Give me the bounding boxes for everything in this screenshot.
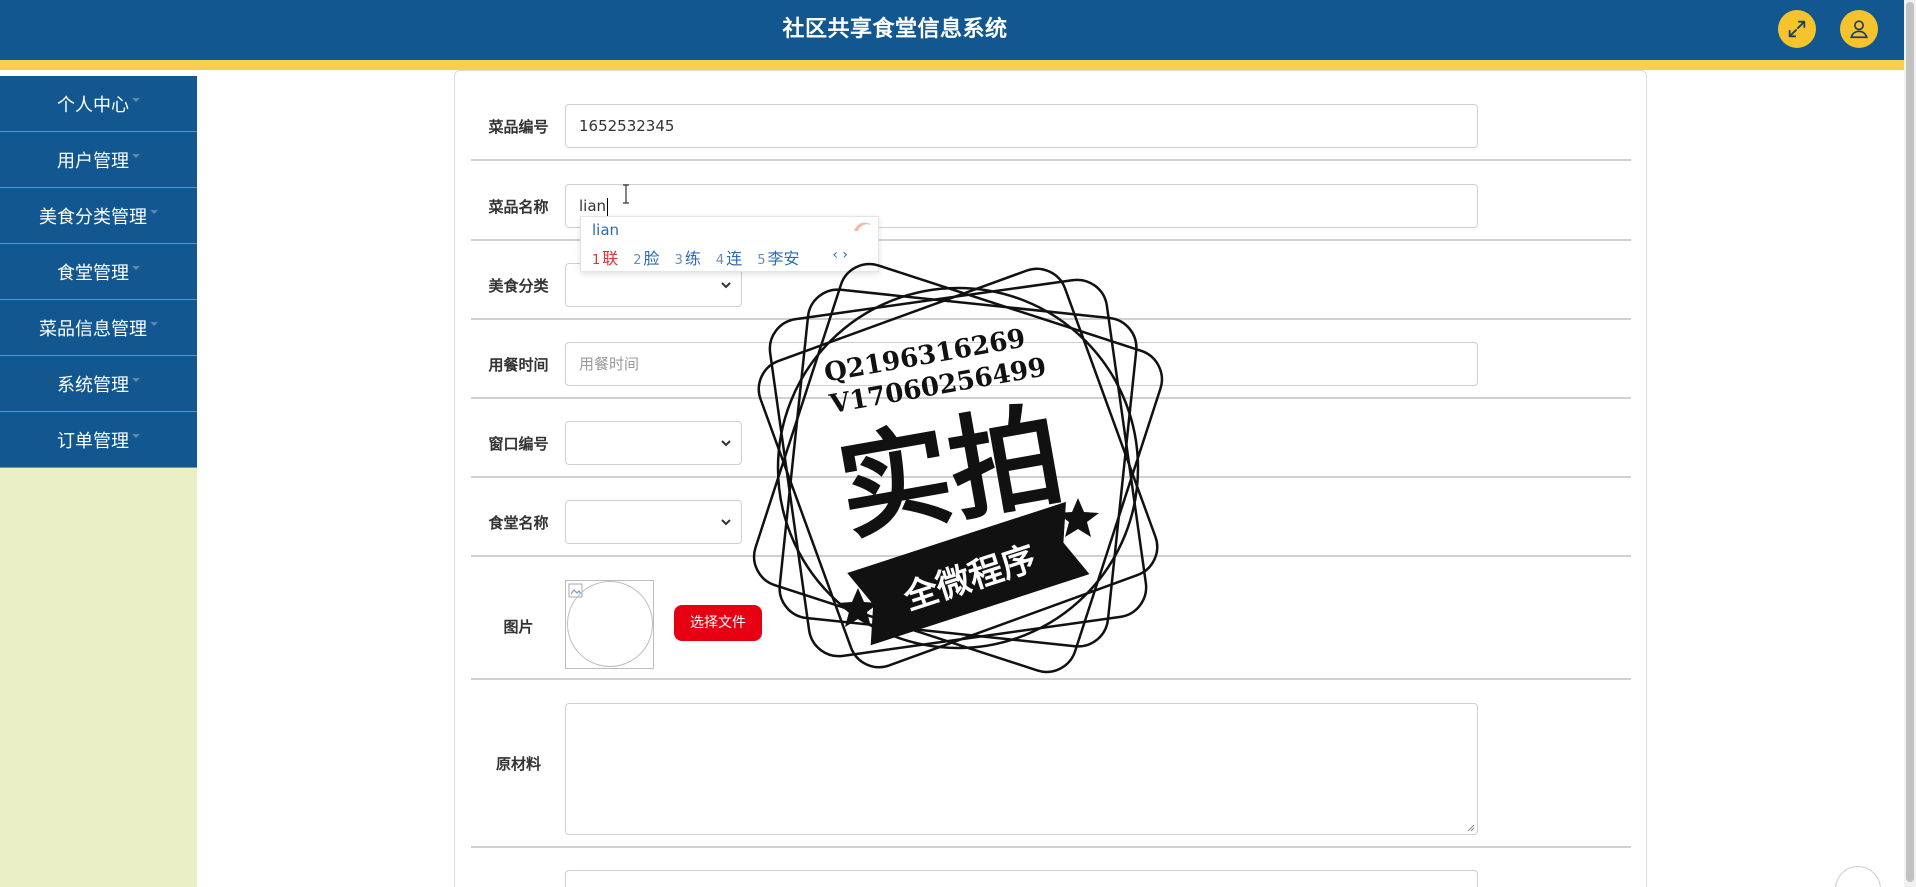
back-to-top-button[interactable] (1835, 866, 1881, 887)
ime-composition-text: lian (592, 221, 620, 239)
ingredients-textarea[interactable] (565, 703, 1478, 835)
dish-no-label: 菜品编号 (488, 118, 549, 136)
sidebar-item-system-management[interactable]: 系统管理 (0, 356, 197, 412)
form-row-canteen-name: 食堂名称 (471, 478, 1631, 557)
resize-grip-icon[interactable] (1465, 822, 1475, 832)
user-menu-button[interactable] (1840, 10, 1878, 48)
vertical-scrollbar[interactable] (1904, 0, 1916, 887)
scrollbar-thumb[interactable] (1906, 2, 1914, 882)
ime-logo-icon (854, 222, 872, 231)
text-cursor-icon (623, 184, 629, 204)
ime-candidate-list: 1 联 2 脸 3 练 4 连 5 李安 (592, 245, 814, 269)
caret-down-icon (132, 377, 140, 382)
caret-down-icon (132, 97, 140, 102)
image-preview (565, 580, 654, 669)
sidebar-item-label: 用户管理 (57, 150, 129, 172)
ime-candidate[interactable]: 1联 (592, 249, 618, 268)
chevron-down-icon (721, 282, 731, 289)
sidebar-item-label: 个人中心 (57, 94, 129, 116)
ime-candidate[interactable]: 3练 (675, 249, 701, 268)
form-row-ingredients: 原材料 (471, 680, 1631, 848)
sidebar-item-personal-center[interactable]: 个人中心 (0, 76, 197, 132)
fullscreen-button[interactable] (1778, 10, 1816, 48)
caret-down-icon (132, 265, 140, 270)
category-label: 美食分类 (488, 277, 549, 295)
canteen-name-label: 食堂名称 (488, 514, 549, 532)
window-no-label: 窗口编号 (488, 435, 549, 453)
caret-down-icon (132, 153, 140, 158)
text-caret (607, 197, 609, 216)
sidebar-item-label: 菜品信息管理 (39, 318, 147, 340)
sidebar-item-canteen-management[interactable]: 食堂管理 (0, 244, 197, 300)
ingredients-label: 原材料 (495, 755, 541, 773)
form-row-window-no: 窗口编号 (471, 399, 1631, 478)
meal-time-input[interactable]: 用餐时间 (565, 342, 1478, 386)
caret-down-icon (150, 209, 158, 214)
app-title: 社区共享食堂信息系统 (782, 17, 1008, 42)
header-accent-stripe (0, 60, 1904, 70)
sidebar-item-label: 食堂管理 (57, 262, 129, 284)
ime-candidate[interactable]: 5 李安 (757, 249, 799, 268)
chevron-down-icon (721, 440, 731, 447)
caret-down-icon (132, 433, 140, 438)
choose-file-button[interactable]: 选择文件 (674, 605, 762, 641)
form-row-next (471, 848, 1631, 887)
image-placeholder-circle (567, 581, 653, 667)
sidebar-item-dish-info[interactable]: 菜品信息管理 (0, 300, 197, 356)
sidebar-item-order-management[interactable]: 订单管理 (0, 412, 197, 468)
image-label: 图片 (503, 618, 534, 636)
form-row-dish-no: 菜品编号 1652532345 (471, 92, 1631, 161)
sidebar-item-food-category[interactable]: 美食分类管理 (0, 188, 197, 244)
dish-name-value: lian (579, 197, 607, 215)
window-no-select[interactable] (565, 421, 742, 465)
sidebar: 个人中心 用户管理 美食分类管理 食堂管理 菜品信息管理 系统管理 订单管理 (0, 76, 197, 887)
sidebar-item-label: 美食分类管理 (39, 206, 147, 228)
dish-no-input[interactable]: 1652532345 (565, 104, 1478, 148)
caret-down-icon (150, 321, 158, 326)
canteen-name-select[interactable] (565, 500, 742, 544)
ime-candidate[interactable]: 2脸 (633, 249, 659, 268)
form-row-image: 图片 选择文件 (471, 557, 1631, 680)
ime-candidate-popup: lian 1 联 2 脸 3 练 4 连 5 李安 ‹ › (580, 216, 879, 272)
sidebar-item-user-management[interactable]: 用户管理 (0, 132, 197, 188)
dish-name-label: 菜品名称 (488, 198, 549, 216)
form-row-meal-time: 用餐时间 用餐时间 (471, 320, 1631, 399)
chevron-down-icon (721, 519, 731, 526)
ime-page-nav[interactable]: ‹ › (832, 247, 848, 263)
next-field-input[interactable] (565, 870, 1478, 887)
user-icon (1850, 20, 1868, 39)
ime-candidate[interactable]: 4连 (716, 249, 742, 268)
sidebar-item-label: 订单管理 (57, 430, 129, 452)
expand-arrows-icon (1788, 20, 1806, 38)
sidebar-item-label: 系统管理 (57, 374, 129, 396)
meal-time-label: 用餐时间 (488, 356, 549, 374)
